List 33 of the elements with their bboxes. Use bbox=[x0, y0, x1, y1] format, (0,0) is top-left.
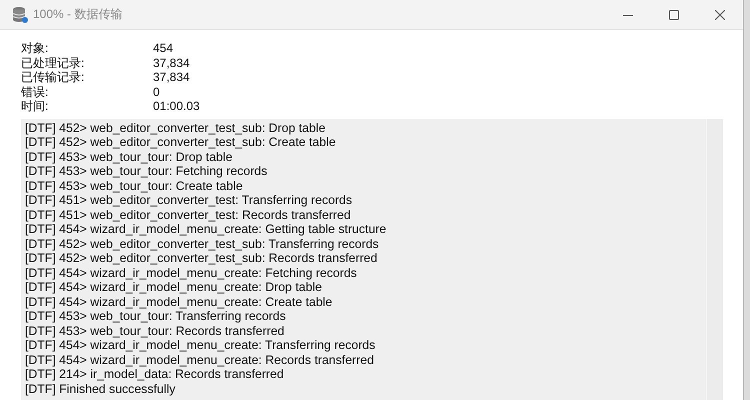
stat-value: 454 bbox=[153, 41, 174, 56]
log-line: [DTF] Finished successfully bbox=[25, 382, 176, 396]
window-title: 100% - 数据传输 bbox=[33, 6, 124, 23]
maximize-icon bbox=[669, 10, 679, 20]
stat-label: 对象: bbox=[21, 41, 50, 56]
stat-label: 已处理记录: bbox=[21, 56, 86, 70]
log-line: [DTF] 454> wizard_ir_model_menu_create: Create table bbox=[25, 294, 334, 310]
log-line: [DTF] 454> wizard_ir_model_menu_create: Drop table bbox=[25, 280, 323, 295]
stat-value: 37,834 bbox=[153, 56, 191, 70]
log-line: [DTF] 452> web_editor_converter_test_sub: Create table bbox=[25, 135, 337, 150]
log-line: [DTF] 451> web_editor_converter_test: Transferring records bbox=[25, 193, 354, 208]
log-line: [DTF] 452> web_editor_converter_test_sub: Drop table bbox=[25, 120, 326, 136]
stat-label: 错误: bbox=[21, 84, 50, 100]
log-line: [DTF] 454> wizard_ir_model_menu_create: Records transferred bbox=[25, 352, 375, 368]
stat-label: 已传输记录: bbox=[21, 70, 86, 85]
log-line: [DTF] 453> web_tour_tour: Drop table bbox=[25, 150, 234, 164]
close-icon bbox=[715, 10, 725, 20]
log-line: [DTF] 452> web_editor_converter_test_sub: Records transferred bbox=[25, 251, 378, 266]
stat-label: 时间: bbox=[21, 99, 50, 114]
log-line: [DTF] 453> web_tour_tour: Fetching records bbox=[25, 164, 268, 179]
log-line: [DTF] 454> wizard_ir_model_menu_create: Getting table structure bbox=[25, 222, 388, 237]
log-line: [DTF] 453> web_tour_tour: Records transferred bbox=[25, 324, 286, 338]
log-line: [DTF] 453> web_tour_tour: Transferring records bbox=[25, 309, 287, 324]
log-line: [DTF] 214> ir_model_data: Records transferred bbox=[25, 367, 285, 382]
database-icon bbox=[12, 6, 28, 23]
log-line: [DTF] 451> web_editor_converter_test: Records transferred bbox=[25, 208, 352, 222]
log-line: [DTF] 454> wizard_ir_model_menu_create: Transferring records bbox=[25, 338, 376, 353]
log-line: [DTF] 454> wizard_ir_model_menu_create: Fetching records bbox=[25, 266, 358, 280]
stat-value: 37,834 bbox=[153, 70, 191, 85]
stat-value: 0 bbox=[153, 84, 161, 100]
stat-value: 01:00.03 bbox=[153, 99, 201, 114]
log-line: [DTF] 452> web_editor_converter_test_sub: Transferring records bbox=[25, 236, 380, 252]
log-line: [DTF] 453> web_tour_tour: Create table bbox=[25, 178, 244, 194]
